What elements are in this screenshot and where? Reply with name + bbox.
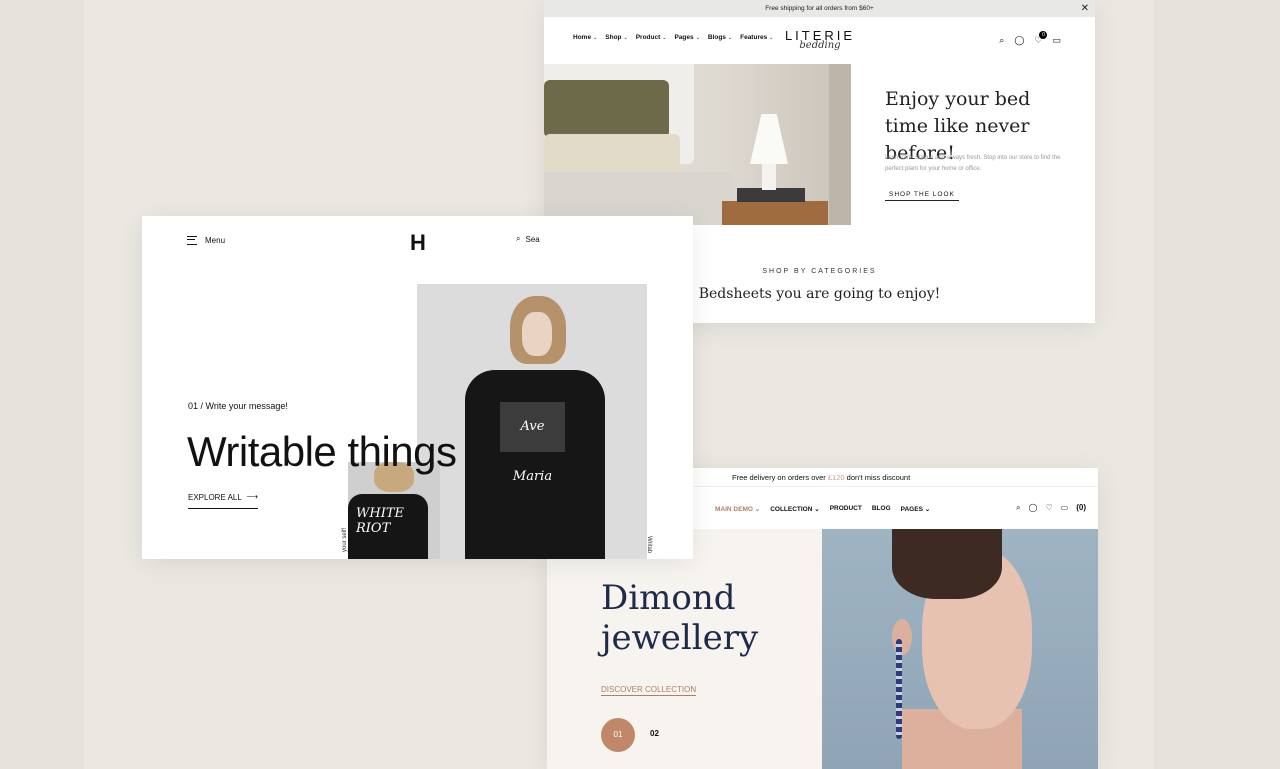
shirt-print: Ave Maria [500,402,565,484]
cart-icon[interactable]: ▭ [1052,35,1061,46]
writable-screenshot: Menu H ⌕ Sea Ave Maria Writab 01 / Write… [142,216,693,559]
chevron-down-icon: ⌄ [727,35,733,41]
nav-item-pages[interactable]: PAGES ⌄ [901,505,931,513]
chevron-down-icon: ⌄ [593,35,598,41]
slide-message: 01 / Write your message! [188,401,288,411]
main-nav: Home ⌄ Shop ⌄ Product ⌄ Pages ⌄ Blogs ⌄ Featu… [573,34,773,41]
vertical-label: Writab [646,536,652,554]
user-icon[interactable]: ◯ [1029,503,1038,513]
hero-image [822,529,1098,769]
site-logo[interactable]: LITERIE bedding [782,28,858,51]
nav-item-blog[interactable]: BLOG [872,505,891,513]
header-icons: ⌕ ◯ ♡ ▭ (0) [1016,503,1086,513]
announcement-text: Free shipping for all orders from $60+ [765,5,874,12]
wishlist-count: 0 [1039,31,1048,39]
nav-item-pages[interactable]: Pages ⌄ [674,34,699,41]
close-icon[interactable]: ✕ [1081,0,1089,17]
chevron-down-icon: ⌄ [623,35,628,41]
heart-icon[interactable]: ♡ [1045,503,1052,513]
slide-dot-2[interactable]: 02 [650,729,659,738]
chevron-down-icon: ⌄ [924,506,931,513]
site-logo[interactable]: H [410,230,426,256]
shirt-print: WHITE RIOT [348,494,428,559]
nav-item-shop[interactable]: Shop ⌄ [605,34,627,41]
explore-all-link[interactable]: EXPLORE ALL ⟶ [188,492,258,509]
search-button[interactable]: ⌕ Sea [516,234,540,244]
secondary-image: WHITE RIOT [348,462,440,559]
chevron-down-icon: ⌄ [769,35,774,41]
nav-item-main-demo[interactable]: MAIN DEMO ⌄ [715,505,760,513]
search-icon: ⌕ [516,234,521,243]
nav-item-features[interactable]: Features ⌄ [740,34,773,41]
hero-text: Lush, rare, unique and always fresh. Sto… [885,155,1061,172]
discount-amount: £120 [827,473,845,482]
main-nav: MAIN DEMO ⌄ COLLECTION ⌄ PRODUCT BLOG PA… [715,505,930,513]
nav-item-blogs[interactable]: Blogs ⌄ [708,34,732,41]
chevron-down-icon: ⌄ [695,35,700,41]
nav-item-product[interactable]: PRODUCT [830,505,862,513]
hero-heading: Dimond jewellery [601,578,759,658]
shop-the-look-link[interactable]: SHOP THE LOOK [885,191,959,201]
discover-collection-link[interactable]: DISCOVER COLLECTION [601,685,697,696]
chevron-down-icon: ⌄ [814,506,820,513]
hamburger-icon [187,236,197,245]
slide-dot-1[interactable]: 01 [601,718,635,752]
wishlist-icon[interactable]: ♡ 0 [1034,31,1048,46]
nav-item-home[interactable]: Home ⌄ [573,34,597,41]
user-icon[interactable]: ◯ [1014,35,1024,46]
cart-count: (0) [1076,503,1086,512]
cart-icon[interactable]: ▭ [1061,503,1069,513]
chevron-down-icon: ⌄ [662,35,667,41]
hero-image: Ave Maria [417,284,647,559]
hero-heading: Writable things [187,428,457,475]
nav-item-collection[interactable]: COLLECTION ⌄ [770,505,820,513]
menu-button[interactable]: Menu [187,236,225,245]
announcement-bar: Free shipping for all orders from $60+ ✕ [544,0,1095,17]
hero-image [544,64,851,225]
nav-item-product[interactable]: Product ⌄ [636,34,667,41]
search-icon[interactable]: ⌕ [999,35,1004,46]
arrow-right-icon: ⟶ [246,492,258,501]
chevron-down-icon: ⌄ [754,506,761,513]
search-icon[interactable]: ⌕ [1016,503,1020,513]
header-icons: ⌕ ◯ ♡ 0 ▭ [999,31,1061,46]
